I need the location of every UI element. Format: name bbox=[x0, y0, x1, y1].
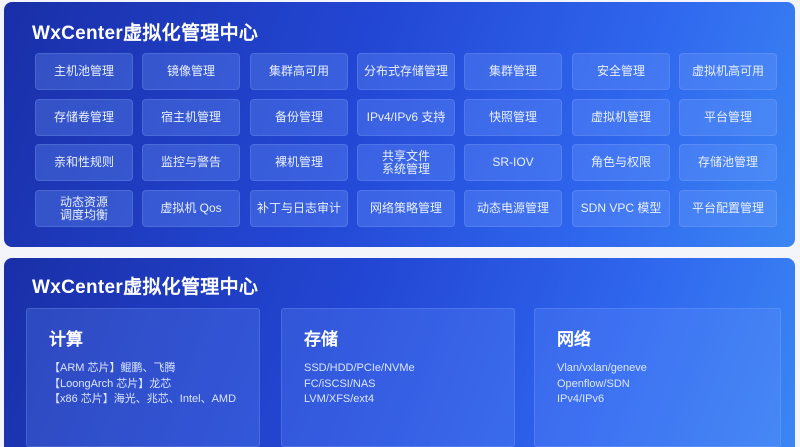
feature-tile[interactable]: 存储卷管理 bbox=[35, 99, 133, 136]
feature-tile[interactable]: 亲和性规则 bbox=[35, 144, 133, 181]
card-line: 【x86 芯片】海光、兆芯、Intel、AMD bbox=[49, 393, 237, 405]
feature-tile[interactable]: IPv4/IPv6 支持 bbox=[357, 99, 455, 136]
feature-tile[interactable]: 共享文件 系统管理 bbox=[357, 144, 455, 181]
feature-tile[interactable]: 虚拟机 Qos bbox=[142, 190, 240, 227]
card-line: LVM/XFS/ext4 bbox=[304, 393, 375, 405]
feature-grid: 主机池管理 镜像管理 集群高可用 分布式存储管理 集群管理 安全管理 虚拟机高可用存储卷管理… bbox=[35, 53, 777, 231]
feature-tile[interactable]: 快照管理 bbox=[464, 99, 562, 136]
feature-tile[interactable]: 宿主机管理 bbox=[142, 99, 240, 136]
feature-tile[interactable]: 镜像管理 bbox=[142, 53, 240, 90]
card-line: 【LoongArch 芯片】龙芯 bbox=[49, 377, 172, 390]
feature-tile[interactable]: 角色与权限 bbox=[572, 144, 670, 181]
feature-tile[interactable]: 平台管理 bbox=[679, 99, 777, 136]
feature-tile[interactable]: 动态资源 调度均衡 bbox=[35, 190, 133, 227]
card-line: Openflow/SDN bbox=[557, 377, 630, 390]
platform-panel: WxCenter虚拟化管理中心 计算【ARM 芯片】鲲鹏、飞腾 【LoongArc… bbox=[4, 258, 795, 447]
feature-tile[interactable]: 主机池管理 bbox=[35, 53, 133, 90]
feature-tile[interactable]: 动态电源管理 bbox=[464, 190, 562, 227]
feature-tile[interactable]: 集群高可用 bbox=[250, 53, 348, 90]
card-line: FC/iSCSI/NAS bbox=[304, 377, 376, 390]
platform-card: 网络 Vlan/vxlan/geneve Openflow/SDN IPv4/IPv6 bbox=[534, 308, 781, 447]
card-lines: Vlan/vxlan/geneve Openflow/SDN IPv4/IPv6 bbox=[557, 361, 647, 408]
card-line: 【ARM 芯片】鲲鹏、飞腾 bbox=[49, 362, 176, 374]
platform-card: 计算【ARM 芯片】鲲鹏、飞腾 【LoongArch 芯片】龙芯【x86 芯片】海… bbox=[26, 308, 260, 447]
page-title: WxCenter虚拟化管理中心 bbox=[32, 23, 259, 44]
platform-card: 存储 SSD/HDD/PCIe/NVMe FC/iSCSI/NAS LVM/XFS/e… bbox=[281, 308, 515, 447]
feature-panel: WxCenter虚拟化管理中心 主机池管理 镜像管理 集群高可用 分布式存储管理 集群管… bbox=[4, 2, 795, 247]
card-line: IPv4/IPv6 bbox=[557, 393, 605, 405]
card-line: Vlan/vxlan/geneve bbox=[557, 362, 647, 374]
feature-tile[interactable]: 裸机管理 bbox=[250, 144, 348, 181]
card-lines: SSD/HDD/PCIe/NVMe FC/iSCSI/NAS LVM/XFS/ext… bbox=[304, 361, 415, 408]
feature-tile[interactable]: 虚拟机高可用 bbox=[679, 53, 777, 90]
card-title: 网络 bbox=[557, 330, 591, 349]
feature-tile[interactable]: SR-IOV bbox=[464, 144, 562, 181]
feature-tile[interactable]: 监控与警告 bbox=[142, 144, 240, 181]
feature-tile[interactable]: 分布式存储管理 bbox=[357, 53, 455, 90]
card-lines: 【ARM 芯片】鲲鹏、飞腾 【LoongArch 芯片】龙芯【x86 芯片】海光、… bbox=[49, 361, 236, 408]
feature-tile[interactable]: 补丁与日志审计 bbox=[250, 190, 348, 227]
section-title: WxCenter虚拟化管理中心 bbox=[32, 277, 259, 298]
feature-tile[interactable]: 安全管理 bbox=[572, 53, 670, 90]
feature-tile[interactable]: SDN VPC 模型 bbox=[572, 190, 670, 227]
feature-tile[interactable]: 网络策略管理 bbox=[357, 190, 455, 227]
platform-cards: 计算【ARM 芯片】鲲鹏、飞腾 【LoongArch 芯片】龙芯【x86 芯片】海… bbox=[26, 308, 781, 447]
card-title: 计算 bbox=[49, 330, 83, 349]
feature-tile[interactable]: 存储池管理 bbox=[679, 144, 777, 181]
feature-tile[interactable]: 平台配置管理 bbox=[679, 190, 777, 227]
card-line: SSD/HDD/PCIe/NVMe bbox=[304, 362, 415, 374]
feature-tile[interactable]: 虚拟机管理 bbox=[572, 99, 670, 136]
card-title: 存储 bbox=[304, 330, 338, 349]
feature-tile[interactable]: 集群管理 bbox=[464, 53, 562, 90]
feature-tile[interactable]: 备份管理 bbox=[250, 99, 348, 136]
